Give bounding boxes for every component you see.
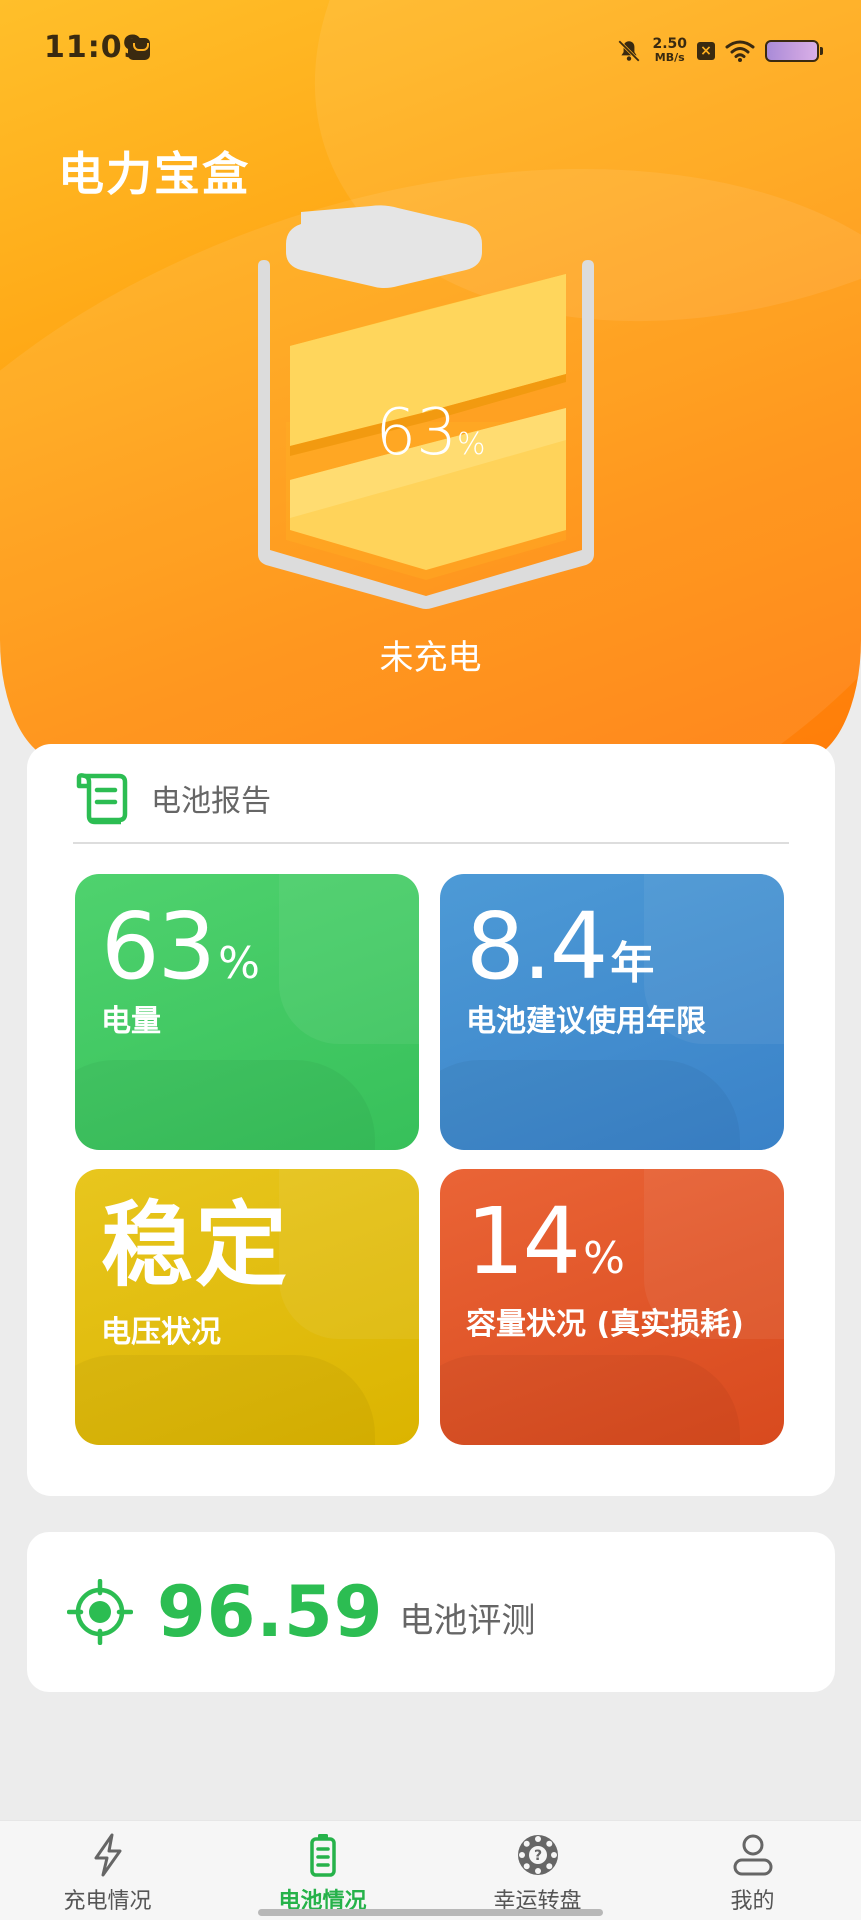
voltage-value: 稳定	[101, 1192, 290, 1299]
close-box-icon: ×	[697, 42, 715, 60]
bell-off-icon	[618, 40, 641, 62]
network-speed: 2.50 MB/s	[652, 37, 687, 65]
battery-report-card: 电池报告 63% 电量 8.4年 电池建议使用年限 稳定 电压状况 14% 容量…	[27, 744, 835, 1496]
app-title: 电力宝盒	[58, 147, 250, 201]
lifespan-label: 电池建议使用年限	[466, 1004, 706, 1039]
header-banner: 11:09 2.50 MB/s × 电力宝盒 63% 未充电	[0, 0, 861, 760]
battery-level-unit: %	[218, 938, 260, 989]
person-icon	[733, 1834, 772, 1876]
wifi-icon	[725, 40, 755, 62]
scroll-report-icon	[76, 773, 128, 825]
battery-icon	[309, 1834, 336, 1877]
battery-percent-value: 63	[375, 396, 457, 470]
nav-item-charging[interactable]: 充电情况	[0, 1831, 215, 1919]
capacity-value: 14	[466, 1188, 581, 1295]
capacity-tile[interactable]: 14% 容量状况 (真实损耗)	[440, 1169, 784, 1445]
battery-percent-unit: %	[456, 427, 486, 462]
capacity-label: 容量状况 (真实损耗)	[466, 1307, 744, 1342]
battery-level-label: 电量	[101, 1004, 161, 1039]
lifespan-value: 8.4	[466, 893, 608, 1000]
app-notification-icon	[128, 38, 150, 60]
report-divider	[73, 842, 789, 844]
status-bar: 11:09 2.50 MB/s ×	[0, 0, 861, 100]
report-title: 电池报告	[151, 784, 271, 819]
voltage-label: 电压状况	[101, 1315, 221, 1350]
charging-status: 未充电	[379, 638, 482, 678]
status-icons: 2.50 MB/s ×	[616, 34, 823, 68]
capacity-unit: %	[583, 1233, 625, 1284]
network-speed-value: 2.50	[652, 36, 687, 52]
nav-label: 我的	[730, 1889, 775, 1914]
battery-level-tile[interactable]: 63% 电量	[75, 874, 419, 1150]
nav-label: 充电情况	[63, 1889, 152, 1914]
nav-item-lucky-wheel[interactable]: ? 幸运转盘	[430, 1831, 645, 1919]
nav-item-battery[interactable]: 电池情况	[215, 1831, 430, 1919]
bottom-navigation: 充电情况 电池情况 ? 幸运转盘 我的	[0, 1820, 861, 1920]
tile-value: 14%	[466, 1187, 625, 1314]
battery-illustration: 63%	[250, 190, 620, 610]
battery-percent-readout: 63%	[250, 396, 611, 470]
home-indicator[interactable]	[258, 1909, 603, 1916]
report-header: 电池报告	[75, 768, 271, 828]
score-value: 96.59	[157, 1571, 384, 1653]
voltage-tile[interactable]: 稳定 电压状况	[75, 1169, 419, 1445]
lifespan-tile[interactable]: 8.4年 电池建议使用年限	[440, 874, 784, 1150]
wheel-icon: ?	[517, 1835, 558, 1875]
battery-level-value: 63	[101, 893, 216, 1000]
score-label: 电池评测	[399, 1600, 536, 1641]
svg-text:?: ?	[533, 1848, 541, 1864]
nav-item-profile[interactable]: 我的	[645, 1831, 860, 1919]
lightning-icon	[94, 1833, 121, 1877]
target-icon	[67, 1579, 133, 1645]
network-speed-unit: MB/s	[654, 51, 685, 64]
battery-icon	[765, 40, 823, 62]
lifespan-unit: 年	[610, 938, 655, 989]
battery-score-card[interactable]: 96.59 电池评测	[27, 1532, 835, 1692]
